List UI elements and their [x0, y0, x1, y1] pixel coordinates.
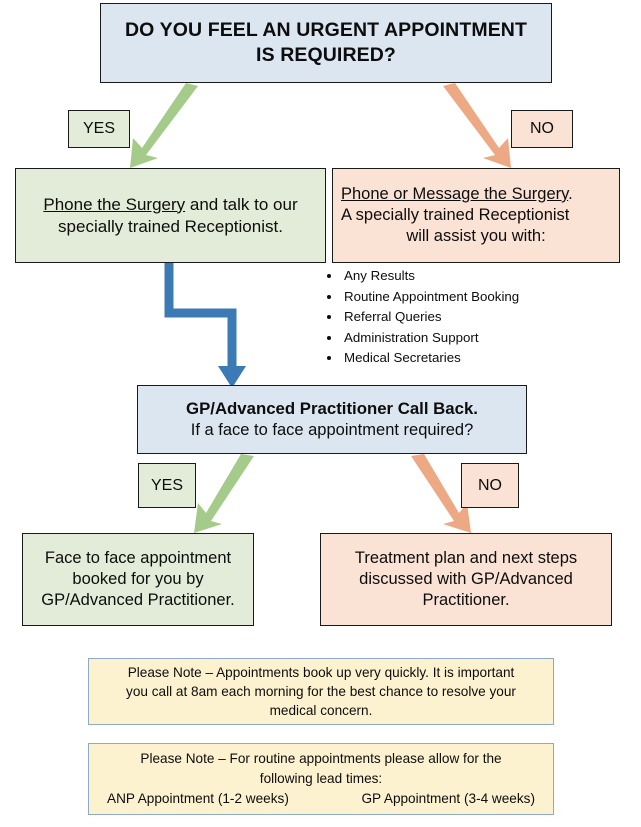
- outcome-face-to-face-line-3: GP/Advanced Practitioner.: [41, 591, 235, 610]
- message-surgery-emphasis: Phone or Message the Surgery: [341, 184, 569, 203]
- title-line-2: IS REQUIRED?: [256, 44, 396, 66]
- lead-time-anp: ANP Appointment (1-2 weeks): [107, 790, 289, 806]
- label-yes-urgent: YES: [68, 110, 130, 148]
- label-no-urgent-text: NO: [530, 120, 554, 137]
- note-1-line-1: Please Note – Appointments book up very …: [127, 664, 515, 680]
- list-item: Any Results: [342, 266, 641, 287]
- question-box-urgent: DO YOU FEEL AN URGENT APPOINTMENT IS REQ…: [100, 3, 552, 83]
- question-box-callback: GP/Advanced Practitioner Call Back. If a…: [137, 385, 527, 454]
- message-surgery-emphasis-tail: .: [568, 184, 573, 203]
- list-item: Referral Queries: [342, 307, 641, 328]
- title-line-1: DO YOU FEEL AN URGENT APPOINTMENT: [125, 19, 527, 42]
- label-yes-callback-text: YES: [150, 476, 183, 494]
- outcome-treatment-line-1: Treatment plan and next steps: [354, 548, 578, 567]
- note-box-booking-advice: Please Note – Appointments book up very …: [88, 658, 554, 725]
- outcome-box-treatment-plan: Treatment plan and next steps discussed …: [320, 533, 612, 626]
- note-2-line-1: Please Note – For routine appointments p…: [140, 751, 502, 767]
- note-box-lead-times: Please Note – For routine appointments p…: [88, 743, 554, 815]
- arrow-callback-elbow: [164, 263, 237, 370]
- list-item: Medical Secretaries: [342, 348, 641, 369]
- callback-heading: GP/Advanced Practitioner Call Back.: [186, 399, 478, 419]
- message-surgery-line-2: A specially trained Receptionist: [341, 205, 570, 224]
- receptionist-services-list: Any Results Routine Appointment Booking …: [318, 266, 641, 369]
- outcome-box-face-to-face: Face to face appointment booked for you …: [22, 533, 254, 626]
- action-box-message-surgery: Phone or Message the Surgery. A speciall…: [332, 168, 620, 263]
- arrow-yes-facetoface: [194, 454, 254, 533]
- label-no-urgent: NO: [511, 110, 573, 148]
- callback-question: If a face to face appointment required?: [190, 420, 474, 439]
- label-yes-urgent-text: YES: [82, 120, 115, 137]
- arrow-no-routine: [443, 83, 511, 168]
- outcome-face-to-face-line-1: Face to face appointment: [44, 548, 232, 567]
- phone-surgery-text: Phone the Surgery and talk to our specia…: [28, 194, 313, 238]
- note-2-line-2: following lead times:: [259, 771, 383, 787]
- outcome-face-to-face-line-2: booked for you by: [72, 569, 204, 588]
- arrow-yes-urgent: [130, 83, 198, 168]
- message-surgery-line-1: Phone or Message the Surgery.: [341, 184, 611, 205]
- message-surgery-line-3: will assist you with:: [406, 227, 546, 246]
- list-item: Administration Support: [342, 328, 641, 349]
- label-no-callback-text: NO: [478, 476, 502, 494]
- lead-time-gp: GP Appointment (3-4 weeks): [361, 790, 535, 806]
- phone-surgery-emphasis: Phone the Surgery: [43, 194, 186, 214]
- note-1-line-3: medical concern.: [269, 703, 373, 719]
- outcome-treatment-line-3: Practitioner.: [422, 591, 510, 610]
- outcome-treatment-line-2: discussed with GP/Advanced: [359, 569, 573, 588]
- lead-times-row: ANP Appointment (1-2 weeks) GP Appointme…: [103, 789, 539, 809]
- label-no-callback: NO: [461, 463, 519, 508]
- action-box-phone-surgery: Phone the Surgery and talk to our specia…: [15, 168, 326, 263]
- list-item: Routine Appointment Booking: [342, 287, 641, 308]
- note-1-line-2: you call at 8am each morning for the bes…: [126, 683, 516, 699]
- label-yes-callback: YES: [138, 463, 196, 508]
